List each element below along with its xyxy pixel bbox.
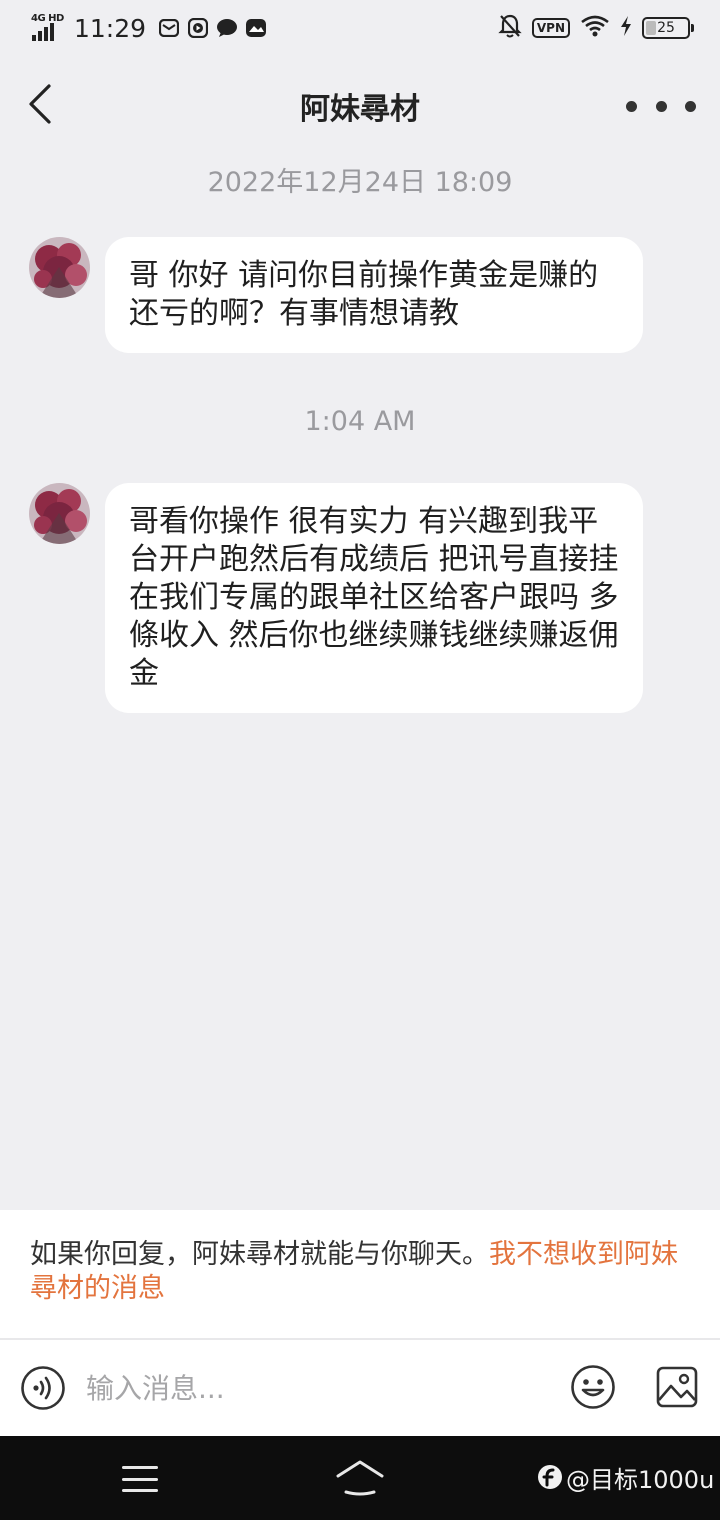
reply-notice: 如果你回复，阿妹尋材就能与你聊天。我不想收到阿妹尋材的消息 [0,1210,720,1338]
home-button[interactable] [334,1458,386,1498]
chat-icon [216,17,238,39]
message-input[interactable] [86,1364,546,1412]
charging-icon [620,15,632,41]
chat-header: 阿妹尋材 [0,60,720,150]
more-dot-icon [655,100,667,112]
more-dot-icon [685,100,696,112]
wifi-icon [580,14,610,42]
weibo-logo-icon [538,1465,562,1489]
cellular-signal-icon: 4G HD [30,13,66,43]
home-icon [336,1460,384,1496]
watermark-text: @目标1000u [566,1465,715,1494]
vpn-badge: VPN [531,18,570,38]
voice-icon [21,1366,65,1410]
more-dot-icon [626,100,637,112]
mail-icon [158,17,180,39]
avatar[interactable] [29,483,90,544]
page-title: 阿妹尋材 [300,92,420,127]
watermark: @目标1000u [536,1460,714,1494]
status-bar: 4G HD 11:29 VPN 25 [0,0,720,56]
album-icon [245,17,267,39]
status-time: 11:29 [74,13,147,43]
more-options-button[interactable] [626,86,696,126]
mute-bell-icon [498,13,522,43]
battery-indicator: 25 [642,17,694,39]
image-icon [656,1366,698,1408]
avatar[interactable] [29,237,90,298]
message-timestamp: 2022年12月24日 18:09 [207,167,513,198]
message-bubble[interactable]: 哥 你好 请问你目前操作黄金是赚的还亏的啊？有事情想请教 [105,237,643,353]
play-icon [187,17,209,39]
battery-percent: 25 [657,20,675,36]
chat-screen: 4G HD 11:29 VPN 25 阿妹尋材 2022年12月24日 18:0… [0,0,720,1520]
emoji-icon [571,1365,615,1409]
voice-button[interactable] [20,1365,66,1411]
message-input-bar [0,1340,720,1436]
notice-text: 如果你回复，阿妹尋材就能与你聊天。 [30,1239,489,1270]
message-bubble[interactable]: 哥看你操作 很有实力 有兴趣到我平台开户跑然后有成绩后 把讯号直接挂在我们专属的… [105,483,643,713]
message-timestamp: 1:04 AM [304,406,416,437]
recent-apps-button[interactable] [122,1466,158,1492]
image-button[interactable] [654,1364,700,1410]
emoji-button[interactable] [570,1364,616,1410]
system-navigation-bar: @目标1000u [0,1436,720,1520]
